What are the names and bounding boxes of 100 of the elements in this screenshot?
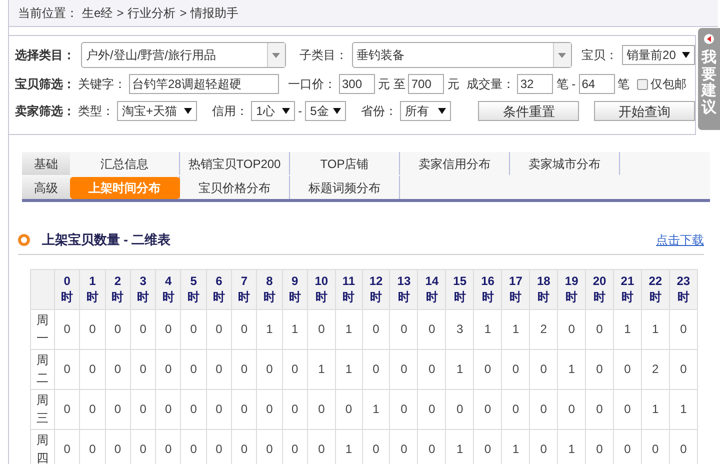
- tab[interactable]: 宝贝价格分布: [192, 178, 276, 196]
- table-cell: 0: [558, 309, 586, 349]
- table-cell: 0: [232, 349, 257, 389]
- table-cell: 0: [130, 349, 156, 389]
- table-cell: 0: [669, 309, 698, 349]
- column-header: 0 时: [54, 269, 80, 309]
- column-header: 2 时: [105, 269, 130, 309]
- row-header: 周三: [30, 389, 54, 429]
- breadcrumb-separator: >: [180, 5, 187, 22]
- breadcrumb-link[interactable]: 生e经: [82, 4, 113, 22]
- dropdown[interactable]: 1心: [251, 101, 296, 121]
- table-cell: 0: [80, 349, 106, 389]
- column-header: 11 时: [335, 269, 362, 309]
- table-cell: 0: [282, 389, 308, 429]
- field-label: -: [298, 103, 302, 120]
- row-header: 周四: [30, 429, 54, 464]
- column-header: 21 时: [613, 269, 642, 309]
- caret-icon: [682, 52, 690, 58]
- input-field[interactable]: 300: [339, 74, 375, 94]
- dropdown[interactable]: 淘宝+天猫: [117, 101, 198, 121]
- dropdown[interactable]: 5金: [305, 101, 346, 121]
- tab[interactable]: 热销宝贝TOP200: [182, 154, 287, 172]
- table-cell: 0: [586, 349, 614, 389]
- tab[interactable]: 汇总信息: [94, 154, 154, 172]
- input-field[interactable]: 700: [408, 74, 444, 94]
- column-header: 10 时: [307, 269, 336, 309]
- column-header: 7 时: [232, 269, 257, 309]
- input-field[interactable]: 台钓竿28调超轻超硬: [129, 74, 279, 94]
- table-cell: 0: [335, 389, 362, 429]
- dropdown[interactable]: 垂钓装备: [352, 42, 572, 68]
- field-label: 元 至: [378, 76, 406, 93]
- row-header: 周一: [30, 309, 54, 349]
- tab[interactable]: 卖家城市分布: [522, 154, 606, 172]
- header-cell: [30, 269, 54, 309]
- table-cell: 0: [586, 389, 614, 429]
- tab-group-label: 基础: [22, 152, 70, 175]
- caret-icon: [558, 52, 566, 58]
- table-cell: 0: [54, 389, 80, 429]
- field-label: 关键字：: [78, 76, 126, 93]
- checkbox[interactable]: [636, 78, 648, 90]
- table-cell: 0: [105, 309, 130, 349]
- input-field[interactable]: 32: [517, 74, 554, 94]
- query-button[interactable]: 开始查询: [594, 101, 695, 121]
- breadcrumb-link[interactable]: 情报助手: [190, 4, 239, 22]
- table-cell: 0: [307, 309, 336, 349]
- breadcrumb-link[interactable]: 行业分析: [128, 4, 176, 22]
- table-cell: 1: [256, 309, 282, 349]
- dropdown[interactable]: 所有: [400, 101, 452, 121]
- table-cell: 1: [502, 309, 530, 349]
- table-cell: 0: [418, 309, 446, 349]
- field-label: 成交量：: [466, 76, 514, 93]
- column-header: 4 时: [156, 269, 181, 309]
- table-cell: 0: [307, 389, 336, 429]
- column-header: 1 时: [80, 269, 106, 309]
- caret-icon: [184, 108, 192, 114]
- table-cell: 0: [54, 349, 80, 389]
- table-cell: 0: [418, 349, 446, 389]
- caret-icon: [282, 108, 290, 114]
- column-header: 5 时: [180, 269, 206, 309]
- table-cell: 1: [282, 309, 308, 349]
- table-cell: 0: [669, 349, 698, 389]
- field-label: 宝贝：: [582, 47, 618, 64]
- field-label: 一口价：: [288, 76, 336, 93]
- query-button[interactable]: 条件重置: [478, 101, 580, 121]
- filter-label: 宝贝筛选：: [15, 76, 75, 93]
- table-cell: 1: [474, 309, 502, 349]
- table-cell: 0: [80, 309, 106, 349]
- table-cell: 0: [206, 389, 232, 429]
- table-cell: 0: [105, 349, 130, 389]
- field-label: 仅包邮: [650, 76, 687, 93]
- dropdown[interactable]: 户外/登山/野营/旅行用品: [81, 42, 286, 68]
- download-link[interactable]: 点击下载: [656, 230, 704, 249]
- table-cell: 0: [362, 349, 390, 389]
- table-cell: 0: [80, 389, 106, 429]
- column-header: 9 时: [282, 269, 308, 309]
- filter-label: 选择类目：: [15, 47, 75, 64]
- caret-icon: [438, 108, 446, 114]
- table-cell: 3: [446, 309, 474, 349]
- tab[interactable]: TOP店铺: [314, 154, 375, 172]
- table-cell: 1: [613, 309, 642, 349]
- table-cell: 0: [232, 309, 257, 349]
- table-cell: 0: [502, 389, 530, 429]
- tab[interactable]: 卖家信用分布: [412, 154, 496, 172]
- column-header: 23 时: [669, 269, 698, 309]
- column-header: 15 时: [446, 269, 474, 309]
- arrow-icon: [704, 34, 714, 44]
- table-cell: 0: [282, 349, 308, 389]
- field-label: 子类目：: [300, 47, 348, 64]
- filter-label: 卖家筛选：: [15, 103, 75, 120]
- table-cell: 0: [613, 349, 642, 389]
- tab[interactable]: 标题词频分布: [302, 178, 386, 196]
- input-field[interactable]: 64: [578, 74, 615, 94]
- section-title: 上架宝贝数量 - 二维表: [42, 231, 171, 249]
- table-cell: 0: [502, 349, 530, 389]
- column-header: 3 时: [130, 269, 156, 309]
- table-cell: 0: [558, 389, 586, 429]
- column-header: 8 时: [256, 269, 282, 309]
- column-header: 6 时: [206, 269, 232, 309]
- breadcrumb-label: 当前位置：: [18, 5, 78, 22]
- dropdown[interactable]: 销量前20: [622, 45, 695, 65]
